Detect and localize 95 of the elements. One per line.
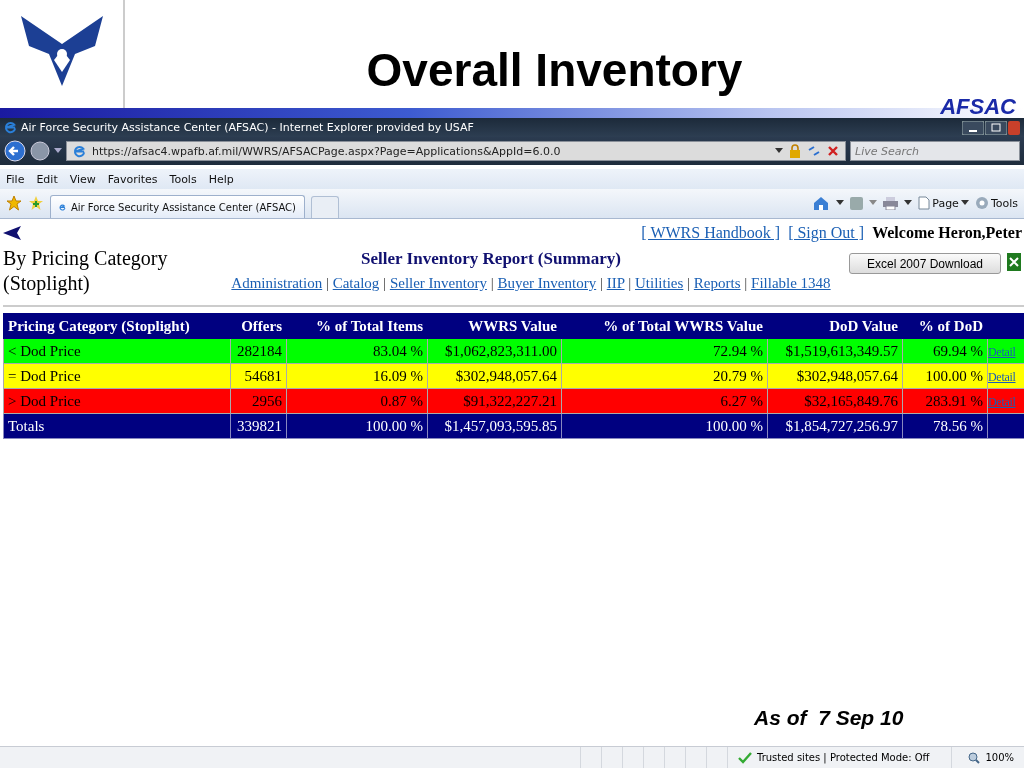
total-cell: $1,854,727,256.97 bbox=[767, 413, 903, 439]
separator-text: | bbox=[599, 275, 603, 291]
table-cell: $1,519,613,349.57 bbox=[767, 338, 903, 364]
total-cell: 100.00 % bbox=[286, 413, 428, 439]
maximize-button[interactable] bbox=[985, 120, 1007, 135]
gear-icon bbox=[974, 196, 989, 210]
zoom-level[interactable]: 100% bbox=[985, 752, 1014, 763]
table-cell: $91,322,227.21 bbox=[427, 388, 562, 414]
table-cell: 100.00 % bbox=[902, 363, 988, 389]
add-favorite-icon[interactable] bbox=[28, 195, 44, 211]
forward-button[interactable] bbox=[30, 141, 50, 161]
page-icon bbox=[918, 196, 931, 210]
column-header: % of Total Items bbox=[286, 313, 428, 339]
column-header: DoD Value bbox=[767, 313, 903, 339]
menu-item[interactable]: Favorites bbox=[107, 172, 158, 186]
page-subtitle: By Pricing Category (Stoplight) bbox=[3, 246, 169, 297]
separator-text: | bbox=[687, 275, 691, 291]
nav-link[interactable]: Reports bbox=[693, 275, 741, 291]
nav-link[interactable]: Buyer Inventory bbox=[497, 275, 597, 291]
table-cell: 83.04 % bbox=[286, 338, 428, 364]
menu-item[interactable]: Help bbox=[208, 172, 234, 186]
date-note: As of 7 Sep 10 bbox=[754, 706, 904, 729]
menu-item[interactable]: View bbox=[69, 172, 96, 186]
table-cell: 0.87 % bbox=[286, 388, 428, 414]
report-title: Seller Inventory Report (Summary) bbox=[360, 249, 622, 269]
minimize-button[interactable] bbox=[962, 120, 984, 135]
browser-tab[interactable]: Air Force Security Assistance Center (AFSAC) bbox=[50, 195, 305, 218]
close-button[interactable] bbox=[1008, 120, 1020, 135]
address-bar[interactable]: https://afsac4.wpafb.af.mil/WWRS/AFSACPage.aspx?Page=Applications&AppId=6.0.0 bbox=[66, 141, 846, 161]
separator-text: | bbox=[490, 275, 494, 291]
stop-icon[interactable] bbox=[827, 145, 839, 157]
column-header: WWRS Value bbox=[427, 313, 562, 339]
table-cell: 283.91 % bbox=[902, 388, 988, 414]
menu-item[interactable]: Edit bbox=[36, 172, 58, 186]
table-cell: 54681 bbox=[230, 363, 287, 389]
search-field[interactable]: Live Search bbox=[850, 141, 1020, 161]
table-cell: 6.27 % bbox=[561, 388, 768, 414]
header-link[interactable]: [ WWRS Handbook ] bbox=[641, 224, 781, 242]
column-header: Pricing Category (Stoplight) bbox=[3, 313, 231, 339]
star-icon[interactable] bbox=[6, 195, 22, 211]
nav-link[interactable]: Utilities bbox=[635, 275, 684, 291]
dropdown-icon[interactable] bbox=[904, 200, 913, 206]
window-title: Air Force Security Assistance Center (AFSAC) - Internet Explorer provided by USAF bbox=[21, 121, 475, 134]
table-cell: 72.94 % bbox=[561, 338, 768, 364]
browser-icon bbox=[73, 144, 86, 158]
nav-link[interactable]: Administration bbox=[231, 275, 323, 291]
dropdown-icon[interactable] bbox=[775, 148, 783, 154]
nav-link[interactable]: Seller Inventory bbox=[389, 275, 487, 291]
separator-text: | bbox=[744, 275, 748, 291]
toolbar-menu[interactable]: Tools bbox=[974, 196, 1018, 210]
welcome-text: Welcome Heron,Peter bbox=[872, 224, 1022, 242]
table-cell: $1,062,823,311.00 bbox=[427, 338, 562, 364]
nav-link[interactable]: Fillable 1348 bbox=[751, 275, 831, 291]
table-cell: 20.79 % bbox=[561, 363, 768, 389]
dropdown-icon bbox=[960, 200, 969, 206]
total-cell: $1,457,093,595.85 bbox=[427, 413, 562, 439]
table-cell: 282184 bbox=[230, 338, 287, 364]
table-cell: 69.94 % bbox=[902, 338, 988, 364]
column-header: % of DoD bbox=[902, 313, 988, 339]
table-cell: 16.09 % bbox=[286, 363, 428, 389]
total-cell: 100.00 % bbox=[561, 413, 768, 439]
menu-item[interactable]: Tools bbox=[169, 172, 197, 186]
back-button[interactable] bbox=[4, 140, 26, 162]
table-cell: $32,165,849.76 bbox=[767, 388, 903, 414]
total-cell: Totals bbox=[3, 413, 231, 439]
dropdown-icon[interactable] bbox=[54, 148, 62, 154]
header-link[interactable]: [ Sign Out ] bbox=[788, 224, 865, 242]
table-cell: > Dod Price bbox=[3, 388, 231, 414]
table-cell: < Dod Price bbox=[3, 338, 231, 364]
table-cell: $302,948,057.64 bbox=[767, 363, 903, 389]
nav-link[interactable]: Catalog bbox=[332, 275, 380, 291]
total-cell: 78.56 % bbox=[902, 413, 988, 439]
toolbar-menu[interactable]: Page bbox=[918, 196, 969, 210]
table-cell: 2956 bbox=[230, 388, 287, 414]
spreadsheet-icon[interactable] bbox=[1007, 253, 1021, 271]
zoom-icon[interactable] bbox=[968, 751, 981, 764]
dropdown-icon[interactable] bbox=[836, 200, 845, 206]
column-header: Offers bbox=[230, 313, 287, 339]
home-icon[interactable] bbox=[812, 194, 831, 212]
separator-text: | bbox=[383, 275, 387, 291]
column-header: % of Total WWRS Value bbox=[561, 313, 768, 339]
download-button[interactable]: Excel 2007 Download bbox=[849, 253, 1001, 274]
back-arrow-icon[interactable] bbox=[3, 226, 21, 240]
nav-link[interactable]: IIP bbox=[606, 275, 625, 291]
printer-icon[interactable] bbox=[883, 196, 899, 210]
separator-text: | bbox=[325, 275, 329, 291]
slide-title: Overall Inventory bbox=[366, 44, 743, 96]
table-cell: = Dod Price bbox=[3, 363, 231, 389]
check-icon bbox=[738, 751, 752, 764]
browser-icon bbox=[4, 121, 17, 134]
menu-item[interactable]: File bbox=[6, 172, 25, 186]
separator-text: | bbox=[628, 275, 632, 291]
security-zone-text: Trusted sites | Protected Mode: Off bbox=[757, 752, 930, 763]
brand-text: AFSAC bbox=[940, 96, 1016, 118]
table-cell: $302,948,057.64 bbox=[427, 363, 562, 389]
